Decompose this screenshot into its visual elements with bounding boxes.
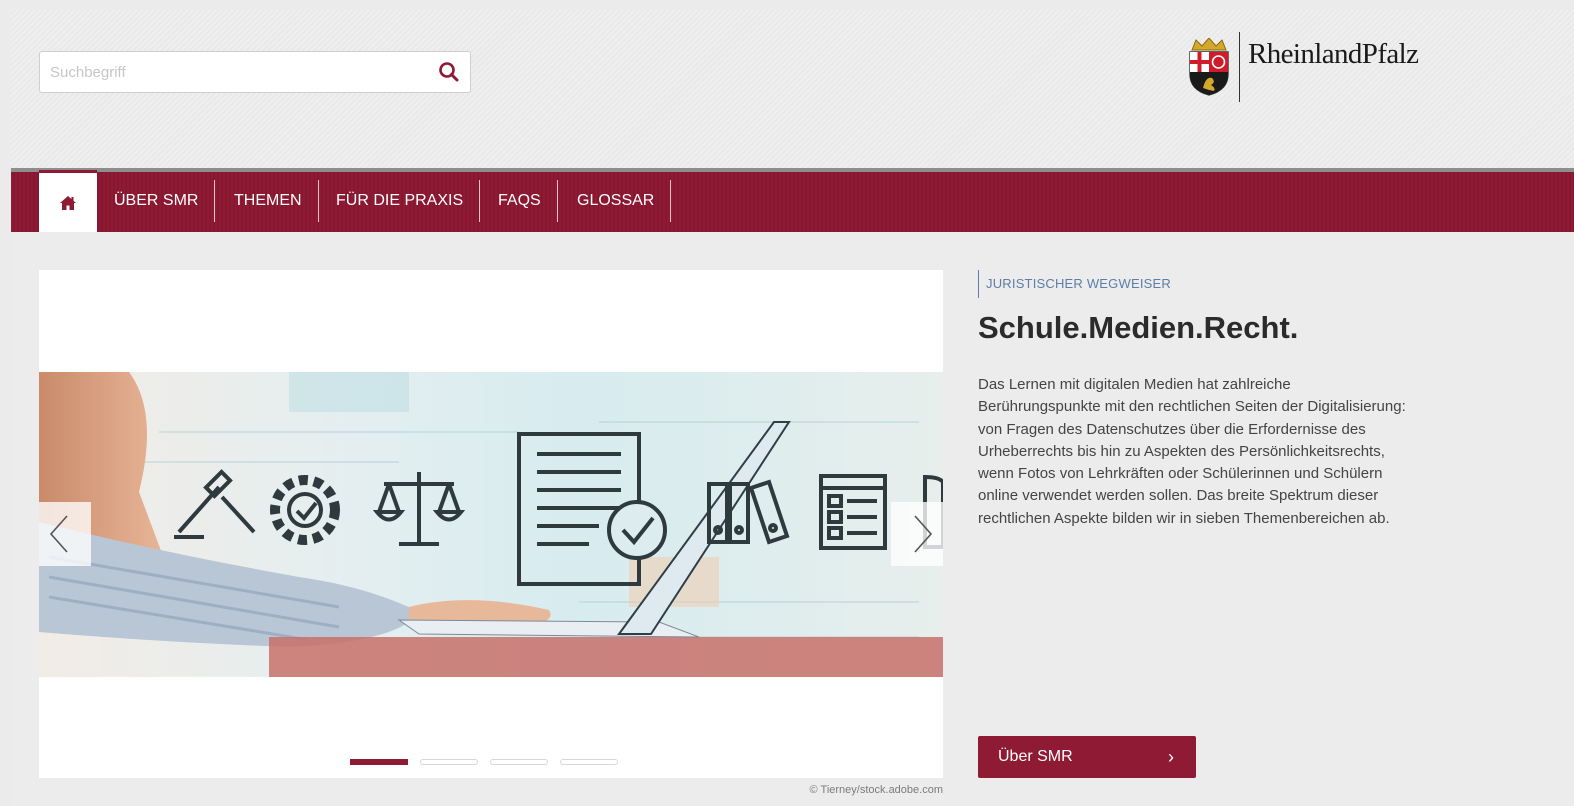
image-credit: © Tierney/stock.adobe.com	[809, 784, 943, 796]
hero-image	[39, 372, 943, 677]
chevron-right-icon: ›	[1168, 747, 1174, 767]
main-navigation: ÜBER SMR THEMEN FÜR DIE PRAXIS FAQS GLOS…	[11, 170, 1574, 232]
slider-pagination	[350, 759, 630, 767]
search-box	[39, 51, 471, 93]
hero-illustration	[39, 372, 943, 677]
ueber-smr-button[interactable]: Über SMR ›	[978, 736, 1196, 778]
nav-item-fuer-die-praxis[interactable]: FÜR DIE PRAXIS	[320, 180, 481, 222]
chevron-right-icon	[914, 515, 933, 553]
search-button[interactable]	[434, 58, 464, 86]
teaser-kicker: JURISTISCHER WEGWEISER	[978, 270, 1171, 298]
search-input[interactable]	[40, 52, 440, 92]
nav-item-ueber-smr[interactable]: ÜBER SMR	[98, 180, 216, 222]
search-icon	[439, 62, 459, 82]
slider-dot-1[interactable]	[350, 759, 408, 765]
logo-divider	[1239, 32, 1240, 102]
logo-text: RheinlandPfalz	[1248, 38, 1419, 70]
page: RheinlandPfalz ÜBER SMR THEMEN FÜR DIE P…	[11, 10, 1574, 806]
slider-dot-3[interactable]	[490, 759, 548, 765]
nav-item-glossar[interactable]: GLOSSAR	[561, 180, 672, 222]
slider-prev-button[interactable]	[39, 502, 91, 566]
ueber-smr-button-label: Über SMR	[998, 748, 1073, 765]
nav-item-faqs[interactable]: FAQS	[482, 180, 558, 222]
slider-dot-4[interactable]	[560, 759, 618, 765]
image-slider	[39, 270, 943, 778]
nav-item-themen[interactable]: THEMEN	[218, 180, 319, 222]
chevron-left-icon	[49, 515, 68, 553]
teaser-body: Das Lernen mit digitalen Medien hat zahl…	[978, 376, 1406, 527]
rheinland-pfalz-logo[interactable]: RheinlandPfalz	[1186, 32, 1426, 102]
home-icon	[60, 195, 76, 210]
slider-next-button[interactable]	[891, 502, 943, 566]
site-header: RheinlandPfalz	[11, 10, 1574, 170]
coat-of-arms-icon	[1189, 38, 1229, 96]
slider-dot-2[interactable]	[420, 759, 478, 765]
page-title: Schule.Medien.Recht.	[978, 310, 1299, 345]
nav-home[interactable]	[39, 170, 97, 232]
